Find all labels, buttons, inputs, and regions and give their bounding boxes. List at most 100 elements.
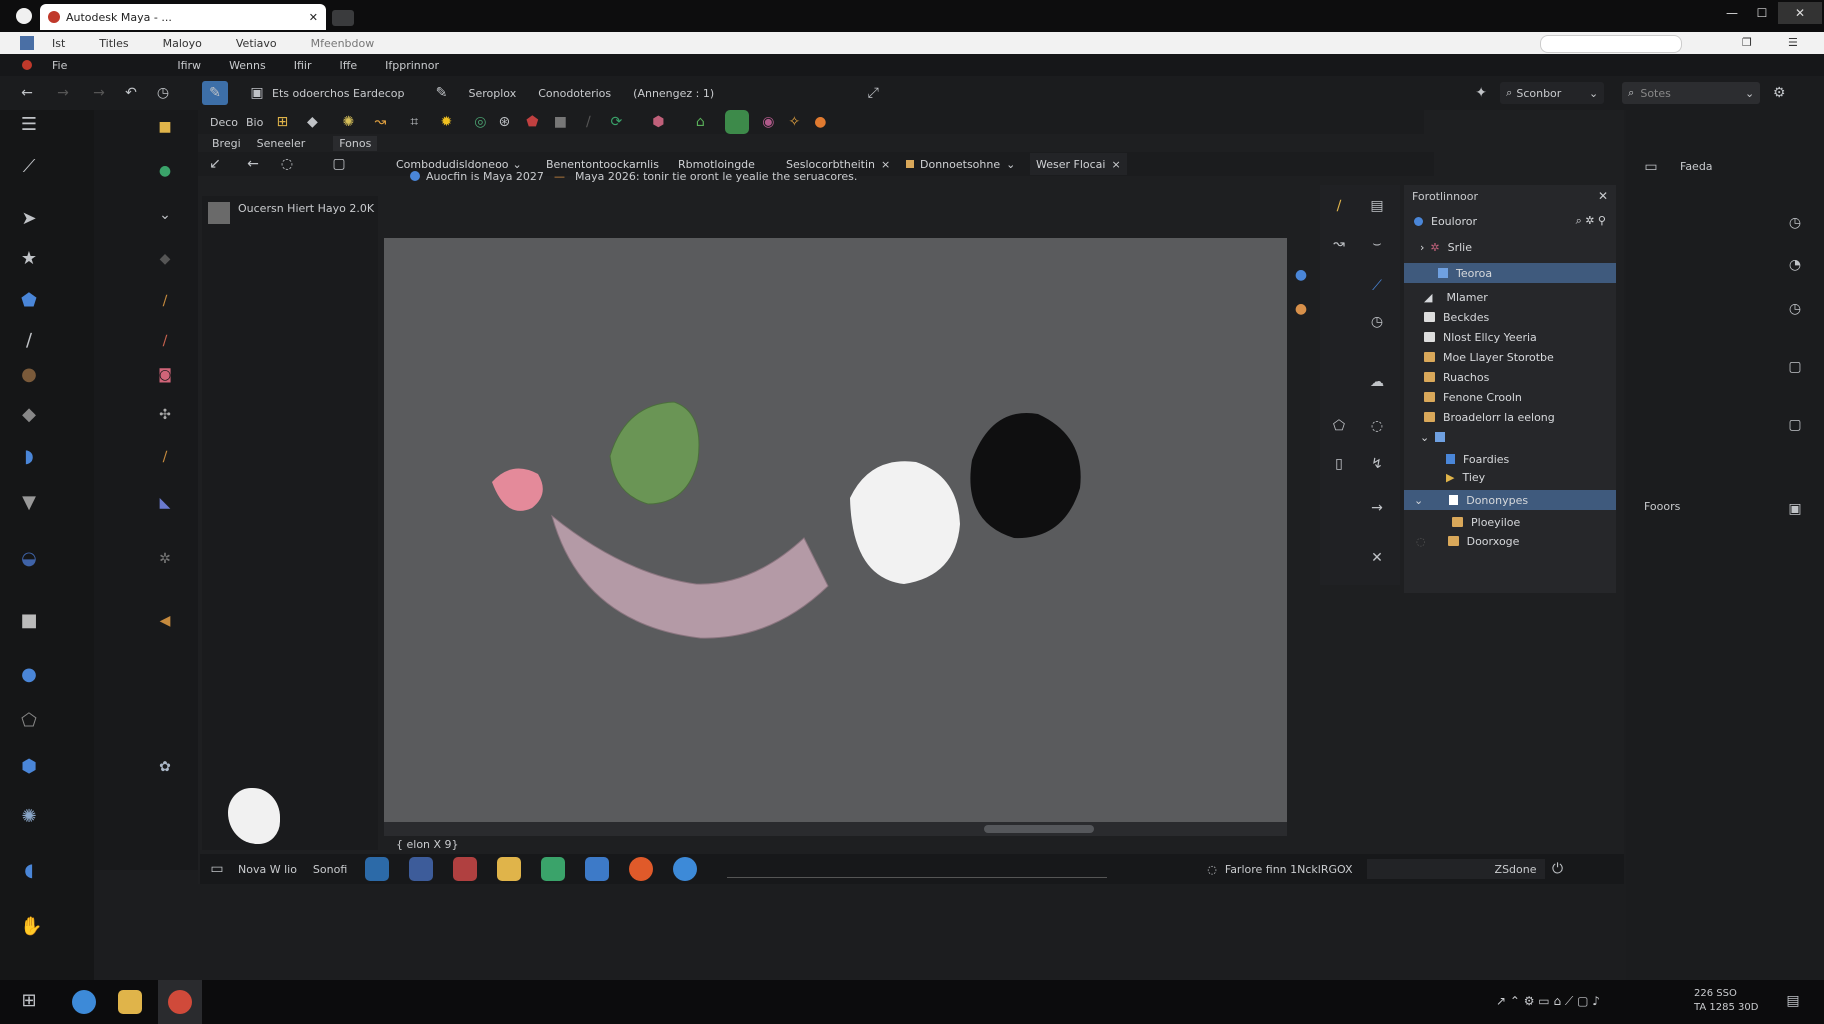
viewport-scrollbar[interactable] [384, 822, 1287, 836]
chevron-down-icon[interactable]: ⌄ [156, 206, 174, 224]
clock-time[interactable]: 226 SSO [1694, 988, 1737, 1000]
expand-icon[interactable]: ⤢ [864, 84, 882, 102]
collapse-icon[interactable]: ↙ [206, 155, 224, 173]
tab-close-icon[interactable]: ✕ [309, 11, 318, 24]
maximize-button[interactable]: ☐ [1748, 2, 1776, 24]
tree-item[interactable]: Broadelorr la eelong [1404, 407, 1616, 427]
undo-icon[interactable]: ↶ [122, 84, 140, 102]
cup-icon[interactable]: ◙ [156, 366, 174, 384]
image-icon[interactable]: ▣ [1786, 500, 1804, 518]
lamp-icon[interactable]: ✧ [785, 113, 803, 131]
tree-item[interactable]: Fenone Crooln [1404, 387, 1616, 407]
flower-icon[interactable]: ✿ [156, 758, 174, 776]
tree-item[interactable]: Ruachos [1404, 367, 1616, 387]
app-menu-item[interactable]: Iffe [340, 59, 358, 72]
pencil-icon[interactable]: ∕ [20, 332, 38, 350]
monitor-icon[interactable]: ▭ [208, 860, 226, 878]
search-icon[interactable]: ⌕ ✲ ⚲ [1576, 214, 1606, 228]
app-menu-item[interactable]: Fie [52, 59, 67, 72]
app-menu-item[interactable]: Wenns [229, 59, 266, 72]
taskbar-active-app[interactable] [158, 980, 202, 1024]
bolt-icon[interactable]: ↯ [1368, 455, 1386, 473]
frame-icon[interactable]: ▢ [1786, 358, 1804, 376]
panel-tab[interactable]: Fonos [333, 135, 378, 151]
tree-item[interactable]: ▶ Tiey [1404, 467, 1616, 487]
outliner-mini-label[interactable]: Oucersn Hiert Hayo 2.0K [238, 202, 376, 216]
scrollbar-thumb[interactable] [984, 825, 1094, 833]
tree-item[interactable]: Nlost Ellcy Yeeria [1404, 327, 1616, 347]
app-chip-icon[interactable] [673, 857, 698, 881]
refresh-icon[interactable]: ⟳ [607, 113, 625, 131]
shape-icon[interactable]: ◆ [156, 250, 174, 268]
toolbar-item[interactable]: (Annengez : 1) [633, 87, 714, 100]
pencil-icon[interactable]: ∕ [156, 292, 174, 310]
shape-icon[interactable]: ⬠ [1330, 417, 1348, 435]
status-field[interactable]: ZSdone [1366, 859, 1545, 879]
pentagon-icon[interactable]: ⬠ [20, 712, 38, 730]
ribbon-icon[interactable]: ◣ [156, 494, 174, 512]
pin-icon[interactable]: ✦ [1472, 84, 1490, 102]
ring-icon[interactable]: ◌ [1368, 417, 1386, 435]
paint-icon[interactable]: ∕ [156, 332, 174, 350]
clock-icon[interactable]: ◷ [1368, 313, 1386, 331]
brush-icon[interactable]: ⟋ [20, 158, 38, 176]
app-chip-icon[interactable] [365, 857, 390, 881]
arrow-icon[interactable]: ◀ [156, 612, 174, 630]
edge-app-icon[interactable] [72, 990, 96, 1014]
app-menu-item[interactable]: Ifpprinnor [385, 59, 439, 72]
panel-label[interactable]: Faeda [1680, 160, 1713, 173]
tree-item[interactable]: › ✲ Srlie [1404, 237, 1616, 257]
cog-icon[interactable]: ✲ [156, 550, 174, 568]
app-chip-icon[interactable] [453, 857, 478, 881]
smile-icon[interactable]: ⌣ [1368, 235, 1386, 253]
settings-icon[interactable]: ⚙ [1770, 84, 1788, 102]
arrow-left-icon[interactable]: ← [244, 155, 262, 173]
frame-icon[interactable]: ▢ [330, 155, 348, 173]
notification-icon[interactable]: ▤ [1784, 992, 1802, 1010]
hand-icon[interactable]: ✋ [20, 918, 42, 936]
cloud-icon[interactable]: ☁ [1368, 373, 1386, 391]
address-field[interactable] [1540, 35, 1682, 53]
toolbar-item[interactable]: Conodoterios [538, 87, 611, 100]
layout-icon[interactable]: ☰ [20, 116, 38, 134]
tree-item-selected[interactable]: ⌄ Dononypes [1404, 490, 1616, 510]
target-icon[interactable]: ◉ [759, 113, 777, 131]
menu-item[interactable]: Maloyo [163, 37, 202, 50]
history-icon[interactable]: ◷ [1786, 300, 1804, 318]
star-icon[interactable]: ★ [20, 250, 38, 268]
menu-item[interactable]: Titles [99, 37, 128, 50]
power-icon[interactable]: ⏻ [1549, 860, 1567, 878]
notice-badge[interactable]: Auocfin is Maya 2027 [426, 170, 544, 183]
brush-icon[interactable]: ⟋ [1368, 277, 1386, 295]
toolbar-item[interactable]: Seroplox [469, 87, 517, 100]
blob-icon[interactable]: ◆ [20, 406, 38, 424]
close-icon[interactable]: ✕ [1598, 189, 1608, 203]
panel-tab[interactable]: Seneeler [257, 137, 306, 150]
clock-date[interactable]: TA 1285 30D [1694, 1002, 1758, 1014]
panel-tab[interactable]: Bregi [212, 137, 241, 150]
search-left-field[interactable]: ⌕ Sconbor ⌄ [1500, 82, 1605, 104]
doc-tab-active[interactable]: Weser Flocai × [1030, 153, 1127, 175]
pen-icon[interactable]: ✎ [433, 84, 451, 102]
material-ball-thumbnail[interactable] [228, 788, 280, 844]
tree-item[interactable]: Foardies [1404, 449, 1616, 469]
explorer-app-icon[interactable] [118, 990, 142, 1014]
app-chip-icon[interactable] [409, 857, 434, 881]
diamond-icon[interactable]: ◆ [303, 113, 321, 131]
heart-icon[interactable]: ◖ [20, 862, 38, 880]
tree-item[interactable]: Moe Llayer Storotbe [1404, 347, 1616, 367]
sphere-icon[interactable]: ● [20, 366, 38, 384]
menu-item[interactable]: Ist [52, 37, 65, 50]
folder-icon[interactable]: ■ [156, 118, 174, 136]
hex-icon[interactable]: ⬢ [20, 758, 38, 776]
browser-app-icon[interactable] [541, 857, 566, 881]
lattice-icon[interactable]: ⌗ [405, 113, 423, 131]
close-icon[interactable]: ✕ [1368, 549, 1386, 567]
panel-icon[interactable]: ▤ [1368, 197, 1386, 215]
square-icon[interactable]: ■ [551, 113, 569, 131]
line-icon[interactable]: ∕ [579, 113, 597, 131]
tab-close-icon[interactable]: × [1111, 158, 1120, 171]
tree-item[interactable]: Eouloror ⌕ ✲ ⚲ [1404, 211, 1616, 231]
curve-icon[interactable]: ↝ [1330, 235, 1348, 253]
gem-icon[interactable]: ⬟ [523, 113, 541, 131]
